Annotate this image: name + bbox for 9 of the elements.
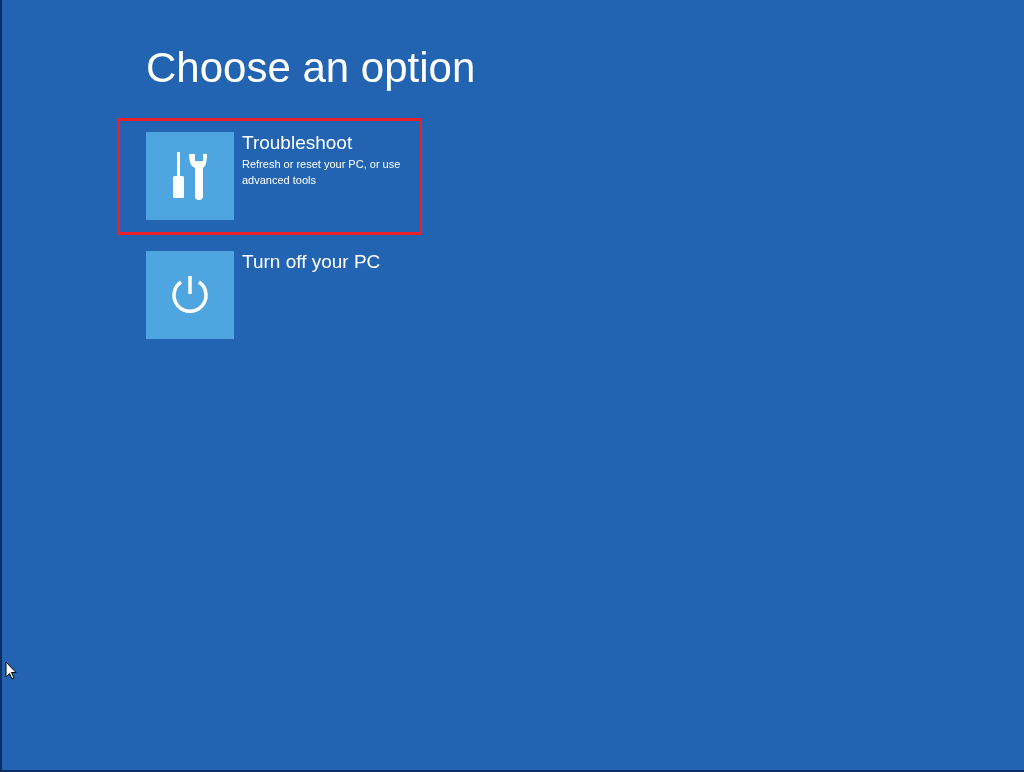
power-icon: [169, 274, 211, 316]
mouse-pointer-icon: [5, 661, 17, 680]
tools-icon: [173, 152, 207, 200]
option-description: Refresh or reset your PC, or use advanced tools: [242, 157, 402, 188]
option-item[interactable]: Turn off your PC: [117, 237, 422, 354]
option-label: Troubleshoot: [242, 132, 354, 154]
option-label: Turn off your PC: [242, 251, 381, 273]
page-title: Choose an option: [146, 43, 476, 93]
option-item[interactable]: Troubleshoot Refresh or reset your PC, or use advanced tools: [117, 118, 422, 235]
